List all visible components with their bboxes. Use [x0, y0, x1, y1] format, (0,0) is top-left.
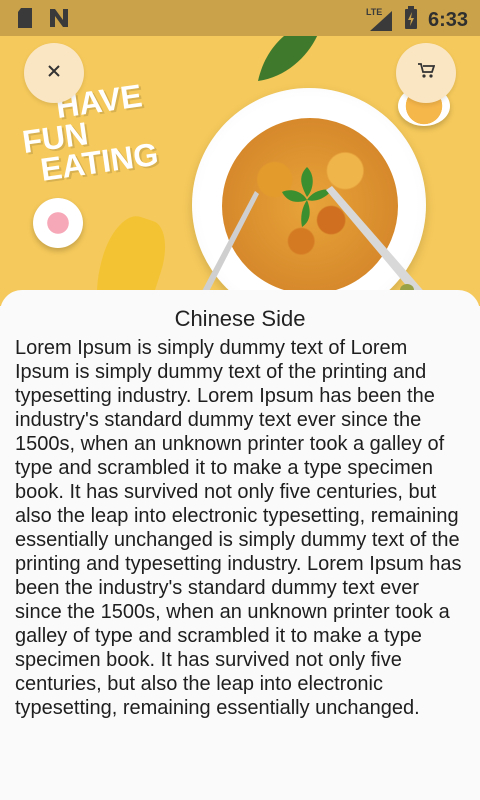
product-description: Lorem Ipsum is simply dummy text of Lore…	[15, 337, 462, 719]
close-icon	[47, 64, 61, 83]
signal-lte-icon: LTE	[365, 6, 394, 33]
product-title: Chinese Side	[174, 306, 306, 331]
network-label: LTE	[365, 6, 383, 17]
sd-card-icon	[16, 7, 34, 34]
dessert-cup	[33, 198, 83, 248]
fork	[185, 186, 265, 306]
battery-charging-icon	[404, 6, 418, 35]
cart-button[interactable]	[396, 43, 456, 103]
product-details-sheet: Chinese Side Lorem Ipsum is simply dummy…	[0, 290, 480, 800]
leaf-decoration	[248, 36, 328, 91]
n-app-icon	[48, 7, 70, 34]
status-bar: LTE 6:33	[0, 0, 480, 36]
close-button[interactable]	[24, 43, 84, 103]
clock: 6:33	[427, 9, 468, 31]
cart-icon	[417, 62, 436, 85]
